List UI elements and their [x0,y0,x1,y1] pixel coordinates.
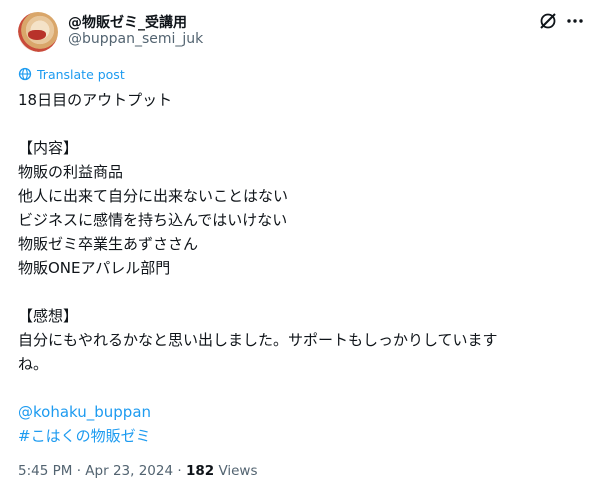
meta-separator: · [76,463,81,479]
content-item: 物販ゼミ卒業生あずささん [18,235,199,253]
views-label[interactable]: Views [218,463,257,479]
meta-separator: · [177,463,182,479]
grok-button[interactable] [537,10,559,32]
post-header: @物販ゼミ_受講用 @buppan_semi_juk [18,10,588,54]
post-date[interactable]: Apr 23, 2024 [85,463,173,479]
translate-post-link[interactable]: Translate post [18,67,125,83]
author-name[interactable]: @物販ゼミ_受講用 [68,12,187,32]
post-time[interactable]: 5:45 PM [18,463,72,479]
post-meta: 5:45 PM · Apr 23, 2024 · 182 Views [18,463,258,479]
post-body: 18日目のアウトプット 【内容】 物販の利益商品 他人に出来て自分に出来ないこと… [18,88,578,448]
more-options-button[interactable] [564,10,586,32]
impression-line: ね。 [18,355,49,373]
section-heading: 【感想】 [18,307,79,325]
section-heading: 【内容】 [18,139,79,157]
translate-label: Translate post [37,67,125,82]
content-item: 物販ONEアパレル部門 [18,259,171,277]
content-item: 物販の利益商品 [18,163,124,181]
content-item: 他人に出来て自分に出来ないことはない [18,187,289,205]
grok-icon [540,13,556,29]
impression-line: 自分にもやれるかなと思い出しました。サポートもしっかりしています [18,331,498,349]
views-count: 182 [185,463,215,479]
post-line: 18日目のアウトプット [18,91,173,109]
author-handle[interactable]: @buppan_semi_juk [68,31,203,47]
content-item: ビジネスに感情を持ち込んではいけない [18,211,288,229]
translate-globe-icon [18,67,32,81]
more-icon [567,19,583,23]
hashtag-link[interactable]: #こはくの物販ゼミ [18,424,578,448]
avatar[interactable] [18,12,58,52]
mention-link[interactable]: @kohaku_buppan [18,400,578,424]
